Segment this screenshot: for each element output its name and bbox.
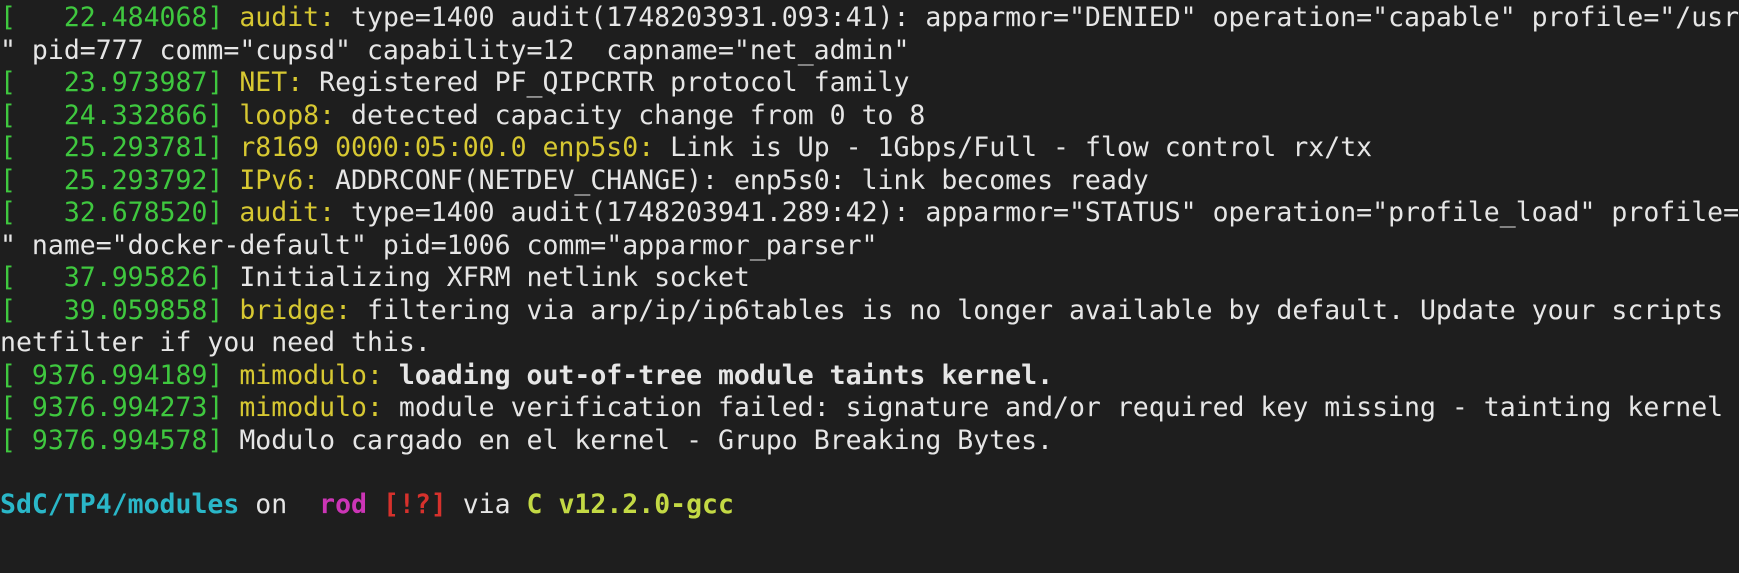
log-timestamp: 37.995826] <box>15 262 224 293</box>
log-bracket: [ <box>0 294 16 326</box>
log-line: [ 9376.994578] Modulo cargado en el kern… <box>0 423 1053 459</box>
log-bracket: [ <box>0 424 16 456</box>
log-message: filtering via arp/ip/ip6tables is no lon… <box>351 294 1724 326</box>
log-facility: bridge: <box>223 294 352 326</box>
prompt-version: v12.2.0-gcc <box>542 489 734 520</box>
prompt-git-status: [!?] <box>366 489 447 520</box>
log-line: [ 25.293792] IPv6: ADDRCONF(NETDEV_CHANG… <box>0 163 1149 199</box>
log-line-continuation: netfilter if you need this. <box>0 325 431 361</box>
c-lang-icon: C <box>526 489 543 520</box>
log-line: [ 37.995826] Initializing XFRM netlink s… <box>0 260 750 296</box>
log-line-continuation: " name="docker-default" pid=1006 comm="a… <box>0 228 878 264</box>
log-facility: mimodulo: <box>223 359 383 391</box>
log-message: loading out-of-tree module taints kernel… <box>382 359 1054 391</box>
log-facility: loop8: <box>223 99 336 131</box>
log-line: [ 39.059858] bridge: filtering via arp/i… <box>0 293 1723 329</box>
log-line: [ 25.293781] r8169 0000:05:00.0 enp5s0: … <box>0 130 1372 166</box>
log-bracket: [ <box>0 392 16 423</box>
log-timestamp: 39.059858] <box>15 294 224 326</box>
prompt-on: on <box>239 489 304 520</box>
log-facility: audit: <box>223 2 336 33</box>
log-timestamp: 9376.994189] <box>15 359 224 391</box>
log-timestamp: 22.484068] <box>15 2 224 33</box>
log-bracket: [ <box>0 2 16 33</box>
log-line: [ 24.332866] loop8: detected capacity ch… <box>0 98 925 134</box>
log-bracket: [ <box>0 197 16 228</box>
prompt-via: via <box>446 489 527 520</box>
log-message: " name="docker-default" pid=1006 comm="a… <box>0 229 878 261</box>
log-message: Link is Up - 1Gbps/Full - flow control r… <box>654 132 1373 163</box>
terminal-window[interactable]: [ 22.484068] audit: type=1400 audit(1748… <box>0 0 1739 573</box>
log-line-continuation: " pid=777 comm="cupsd" capability=12 cap… <box>0 33 909 69</box>
log-message: type=1400 audit(1748203941.289:42): appa… <box>335 197 1739 228</box>
log-message: Initializing XFRM netlink socket <box>223 262 750 293</box>
log-message: Modulo cargado en el kernel - Grupo Brea… <box>223 424 1054 456</box>
shell-prompt[interactable]: SdC/TP4/modules on rod [!?] via C v12.2.… <box>0 487 734 523</box>
log-line: [ 22.484068] audit: type=1400 audit(1748… <box>0 0 1739 36</box>
log-bracket: [ <box>0 132 16 163</box>
log-message: Registered PF_QIPCRTR protocol family <box>303 67 910 98</box>
prompt-path: SdC/TP4/modules <box>0 489 240 520</box>
log-bracket: [ <box>0 67 16 98</box>
log-bracket: [ <box>0 359 16 391</box>
log-timestamp: 25.293792] <box>15 164 224 196</box>
log-facility: audit: <box>223 197 336 228</box>
log-facility: IPv6: <box>223 164 320 196</box>
log-message: ADDRCONF(NETDEV_CHANGE): enp5s0: link be… <box>319 164 1149 196</box>
log-message: type=1400 audit(1748203931.093:41): appa… <box>335 2 1739 33</box>
log-facility: r8169 0000:05:00.0 enp5s0: <box>223 132 655 163</box>
log-line: [ 32.678520] audit: type=1400 audit(1748… <box>0 195 1739 231</box>
log-line: [ 9376.994273] mimodulo: module verifica… <box>0 390 1723 426</box>
log-timestamp: 9376.994273] <box>15 392 224 423</box>
log-timestamp: 32.678520] <box>15 197 224 228</box>
log-timestamp: 23.973987] <box>15 67 224 98</box>
log-facility: NET: <box>223 67 304 98</box>
log-line: [ 23.973987] NET: Registered PF_QIPCRTR … <box>0 65 909 101</box>
log-timestamp: 25.293781] <box>15 132 224 163</box>
log-bracket: [ <box>0 164 16 196</box>
log-message: module verification failed: signature an… <box>382 392 1724 423</box>
prompt-branch: rod <box>303 489 367 520</box>
log-bracket: [ <box>0 262 16 293</box>
log-bracket: [ <box>0 99 16 131</box>
log-message: detected capacity change from 0 to 8 <box>335 99 926 131</box>
log-timestamp: 24.332866] <box>15 99 224 131</box>
log-message: netfilter if you need this. <box>0 327 431 358</box>
log-timestamp: 9376.994578] <box>15 424 224 456</box>
log-line: [ 9376.994189] mimodulo: loading out-of-… <box>0 358 1053 394</box>
log-message: " pid=777 comm="cupsd" capability=12 cap… <box>0 34 910 66</box>
log-facility: mimodulo: <box>223 392 383 423</box>
